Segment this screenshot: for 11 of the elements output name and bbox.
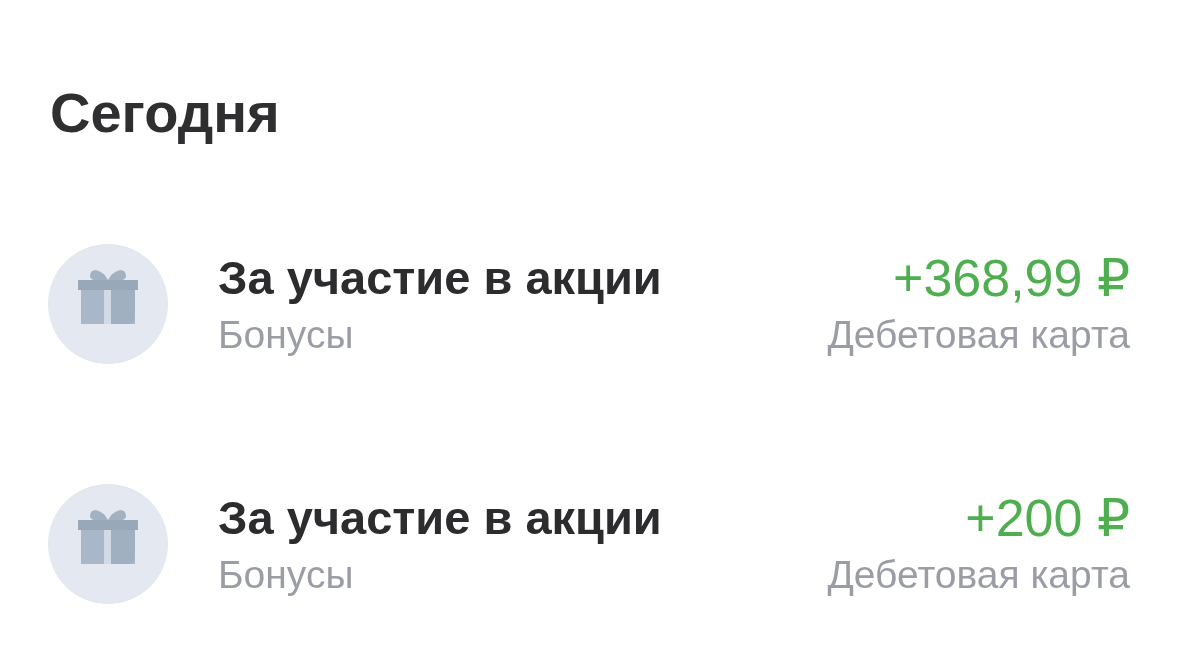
transaction-category: Бонусы [218, 312, 355, 358]
transaction-amount: +200 ₽ [965, 490, 1130, 546]
gift-icon [48, 244, 168, 364]
account-name: Дебетовая карта [827, 312, 1130, 358]
transaction-category: Бонусы [218, 552, 355, 598]
account-name: Дебетовая карта [827, 552, 1130, 598]
gift-icon [48, 484, 168, 604]
transaction-title: За участие в акции [218, 250, 663, 306]
transaction-amount: +368,99 ₽ [893, 250, 1130, 306]
transaction-title: За участие в акции [218, 490, 663, 546]
section-heading: Сегодня [50, 81, 281, 145]
